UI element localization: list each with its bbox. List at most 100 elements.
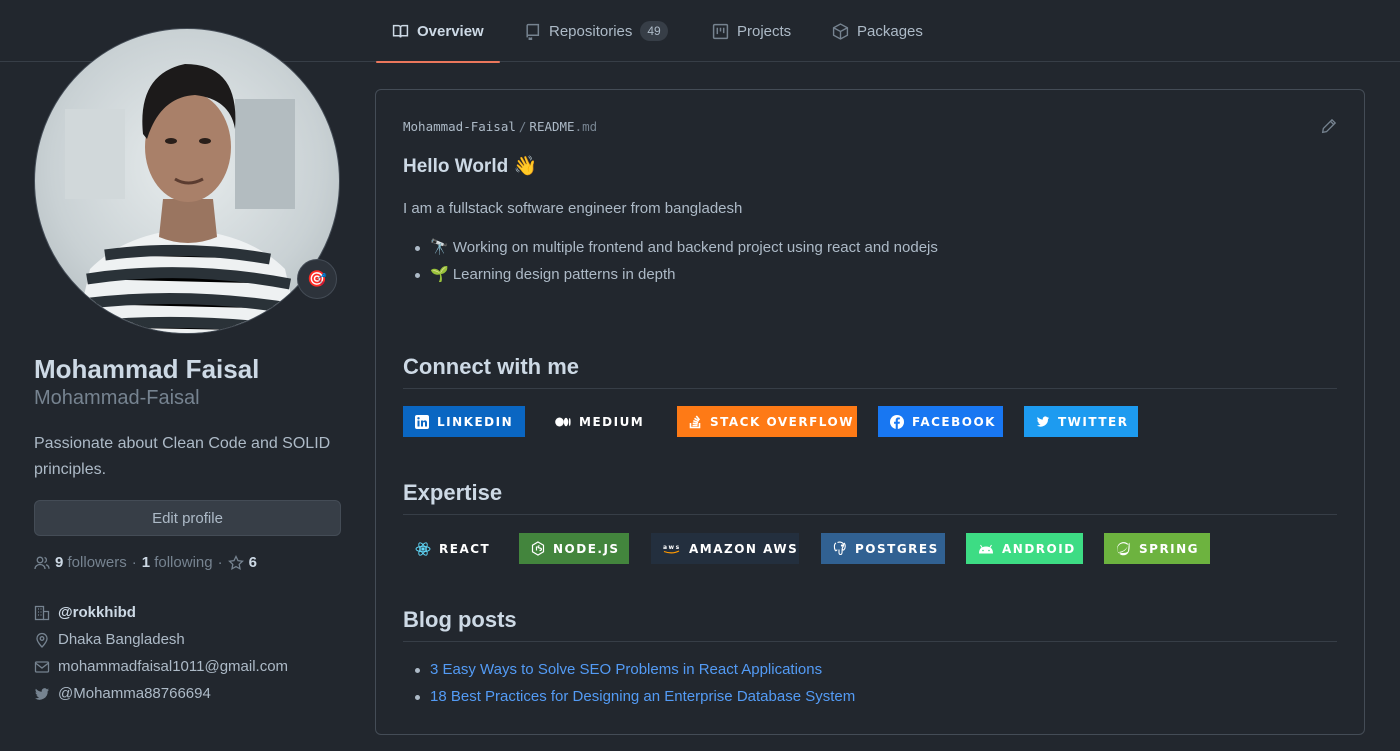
list-item: 🔭 Working on multiple frontend and backe… xyxy=(403,236,938,263)
separator-dot: · xyxy=(131,554,137,571)
nodejs-icon xyxy=(531,541,545,556)
separator-dot: · xyxy=(217,554,223,571)
organization-icon xyxy=(34,605,50,620)
postgres-badge[interactable]: POSTGRES xyxy=(821,533,945,564)
star-icon xyxy=(227,554,244,570)
location-text: Dhaka Bangladesh xyxy=(58,631,185,648)
readme-intro: I am a fullstack software engineer from … xyxy=(403,200,743,217)
project-icon xyxy=(712,23,729,39)
medium-icon xyxy=(555,417,571,427)
readme-file-ext: .md xyxy=(574,119,598,134)
readme-bullet-list: 🔭 Working on multiple frontend and backe… xyxy=(403,236,938,290)
followers-link[interactable]: 9 followers xyxy=(55,554,127,571)
react-badge-label: REACT xyxy=(439,541,491,556)
facebook-icon xyxy=(890,414,904,429)
blog-post-link[interactable]: 18 Best Practices for Designing an Enter… xyxy=(430,688,855,705)
readme-owner-link[interactable]: Mohammad-Faisal xyxy=(403,119,516,134)
repositories-count-badge: 49 xyxy=(640,21,668,41)
email-text: mohammadfaisal1011@gmail.com xyxy=(58,658,289,675)
following-count: 1 xyxy=(141,554,151,571)
spring-badge-label: SPRING xyxy=(1139,541,1200,556)
following-label: following xyxy=(154,554,213,571)
mail-icon xyxy=(34,660,50,673)
twitter-icon xyxy=(1036,415,1050,428)
connect-heading: Connect with me xyxy=(403,354,1337,389)
blog-post-link[interactable]: 3 Easy Ways to Solve SEO Problems in Rea… xyxy=(430,661,822,678)
tab-repositories[interactable]: Repositories 49 xyxy=(524,0,668,62)
profile-details: @rokkhibd Dhaka Bangladesh mohammadfaisa… xyxy=(34,599,288,707)
tab-packages[interactable]: Packages xyxy=(832,0,923,62)
spring-badge[interactable]: SPRING xyxy=(1104,533,1210,564)
pencil-icon[interactable] xyxy=(1321,118,1337,134)
location-item: Dhaka Bangladesh xyxy=(34,626,288,653)
linkedin-badge-label: LINKEDIN xyxy=(437,414,514,429)
people-icon xyxy=(34,556,50,569)
tab-overview[interactable]: Overview xyxy=(376,0,500,63)
aws-icon: aws xyxy=(663,543,681,554)
facebook-badge[interactable]: FACEBOOK xyxy=(878,406,1003,437)
edit-profile-button[interactable]: Edit profile xyxy=(34,500,341,536)
postgres-icon xyxy=(833,541,847,556)
status-emoji: 🎯 xyxy=(307,271,327,288)
linkedin-icon xyxy=(415,414,429,429)
facebook-badge-label: FACEBOOK xyxy=(912,414,996,429)
readme-path: Mohammad-Faisal / README.md xyxy=(403,119,597,134)
svg-text:aws: aws xyxy=(663,544,681,551)
avatar-photo xyxy=(65,64,300,333)
list-item[interactable]: 3 Easy Ways to Solve SEO Problems in Rea… xyxy=(403,658,855,685)
medium-badge-label: MEDIUM xyxy=(579,414,645,429)
repo-icon xyxy=(526,23,540,40)
followers-count: 9 xyxy=(55,554,64,571)
following-link[interactable]: 1 following xyxy=(142,554,213,571)
expertise-heading: Expertise xyxy=(403,480,1337,515)
stackoverflow-badge-label: STACK OVERFLOW xyxy=(710,414,854,429)
aws-badge-label: AMAZON AWS xyxy=(689,541,799,556)
tab-projects-label: Projects xyxy=(737,22,792,40)
medium-badge[interactable]: MEDIUM xyxy=(543,406,655,437)
profile-bio: Passionate about Clean Code and SOLID pr… xyxy=(34,435,331,478)
followers-label: followers xyxy=(67,554,127,571)
aws-badge[interactable]: aws AMAZON AWS xyxy=(651,533,799,564)
twitter-item[interactable]: @Mohamma88766694 xyxy=(34,680,288,707)
tab-packages-label: Packages xyxy=(857,22,923,40)
react-badge[interactable]: REACT xyxy=(403,533,501,564)
organization-item[interactable]: @rokkhibd xyxy=(34,599,288,626)
tab-projects[interactable]: Projects xyxy=(712,0,791,62)
android-icon xyxy=(978,544,994,554)
avatar[interactable] xyxy=(34,28,340,334)
tab-repositories-label: Repositories xyxy=(549,22,633,40)
tab-overview-label: Overview xyxy=(417,22,484,40)
twitter-badge-label: TWITTER xyxy=(1058,414,1129,429)
profile-full-name: Mohammad Faisal xyxy=(34,354,260,384)
list-item[interactable]: 18 Best Practices for Designing an Enter… xyxy=(403,685,855,712)
profile-username: Mohammad-Faisal xyxy=(34,387,200,409)
stars-count: 6 xyxy=(248,554,257,571)
avatar-container: 🎯 xyxy=(34,28,340,334)
location-icon xyxy=(36,632,48,648)
readme-file-name: README xyxy=(529,119,575,134)
list-item: 🌱 Learning design patterns in depth xyxy=(403,263,938,290)
android-badge-label: ANDROID xyxy=(1002,541,1076,556)
stars-link[interactable]: 6 xyxy=(227,554,257,571)
linkedin-badge[interactable]: LINKEDIN xyxy=(403,406,525,437)
twitter-icon xyxy=(35,687,49,700)
twitter-badge[interactable]: TWITTER xyxy=(1024,406,1138,437)
nodejs-badge-label: NODE.JS xyxy=(553,541,620,556)
postgres-badge-label: POSTGRES xyxy=(855,541,939,556)
status-emoji-button[interactable]: 🎯 xyxy=(297,259,337,299)
readme-greeting: Hello World 👋 xyxy=(403,156,538,177)
android-badge[interactable]: ANDROID xyxy=(966,533,1083,564)
stackoverflow-badge[interactable]: STACK OVERFLOW xyxy=(677,406,857,437)
package-icon xyxy=(832,22,849,40)
readme-file-link[interactable]: README.md xyxy=(529,119,597,134)
book-icon xyxy=(392,24,409,37)
follow-stats: 9 followers · 1 following · 6 xyxy=(34,554,257,571)
nodejs-badge[interactable]: NODE.JS xyxy=(519,533,629,564)
spring-icon xyxy=(1116,541,1131,556)
email-item[interactable]: mohammadfaisal1011@gmail.com xyxy=(34,653,288,680)
readme-card: Mohammad-Faisal / README.md Hello World 👋 … xyxy=(375,89,1365,735)
organization-text: @rokkhibd xyxy=(58,604,136,621)
blog-heading: Blog posts xyxy=(403,607,1337,642)
path-separator: / xyxy=(518,119,527,134)
react-icon xyxy=(415,541,431,557)
